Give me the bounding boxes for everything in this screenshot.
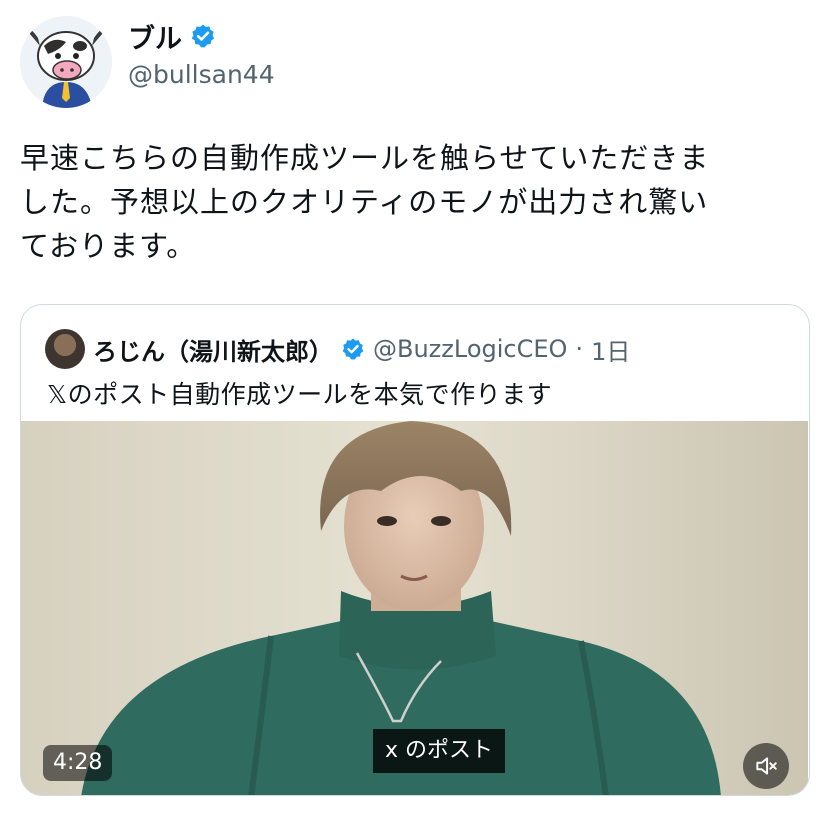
author-avatar[interactable] <box>20 16 112 108</box>
author-handle[interactable]: @bullsan44 <box>128 60 275 89</box>
post-text-line: ております。 <box>20 229 197 263</box>
quoted-post-card[interactable]: ろじん（湯川新太郎） @BuzzLogicCEO · 1日 𝕏のポスト自動作成ツ… <box>20 304 810 796</box>
post-timestamp[interactable]: 1日 <box>591 332 630 367</box>
verified-badge-icon <box>342 338 364 360</box>
post-text-line: 早速こちらの自動作成ツールを触らせていただきま <box>20 141 710 175</box>
author-name-row: ブル <box>128 16 275 56</box>
mute-button[interactable] <box>743 743 789 789</box>
speaker-muted-icon <box>756 757 777 775</box>
video-player[interactable]: 4:28 x のポスト <box>21 421 808 795</box>
author-display-name[interactable]: ブル <box>128 17 182 56</box>
author-block: ブル @bullsan44 <box>128 16 275 90</box>
post-text: 早速こちらの自動作成ツールを触らせていただきま した。予想以上のクオリティのモノ… <box>20 136 810 268</box>
quoted-author-avatar[interactable] <box>45 329 85 369</box>
post-text-line: した。予想以上のクオリティのモノが出力され驚い <box>20 185 709 219</box>
meta-separator: · <box>575 335 584 363</box>
quoted-post-header: ろじん（湯川新太郎） @BuzzLogicCEO · 1日 <box>45 329 630 369</box>
video-caption: x のポスト <box>373 729 506 773</box>
quoted-author-handle[interactable]: @BuzzLogicCEO <box>373 335 567 363</box>
quoted-post-text: 𝕏のポスト自動作成ツールを本気で作ります <box>47 380 553 409</box>
quoted-author-name[interactable]: ろじん（湯川新太郎） <box>93 332 333 367</box>
verified-badge-icon <box>191 24 215 48</box>
cow-mascot-icon <box>20 16 112 108</box>
video-duration-badge: 4:28 <box>43 745 113 781</box>
